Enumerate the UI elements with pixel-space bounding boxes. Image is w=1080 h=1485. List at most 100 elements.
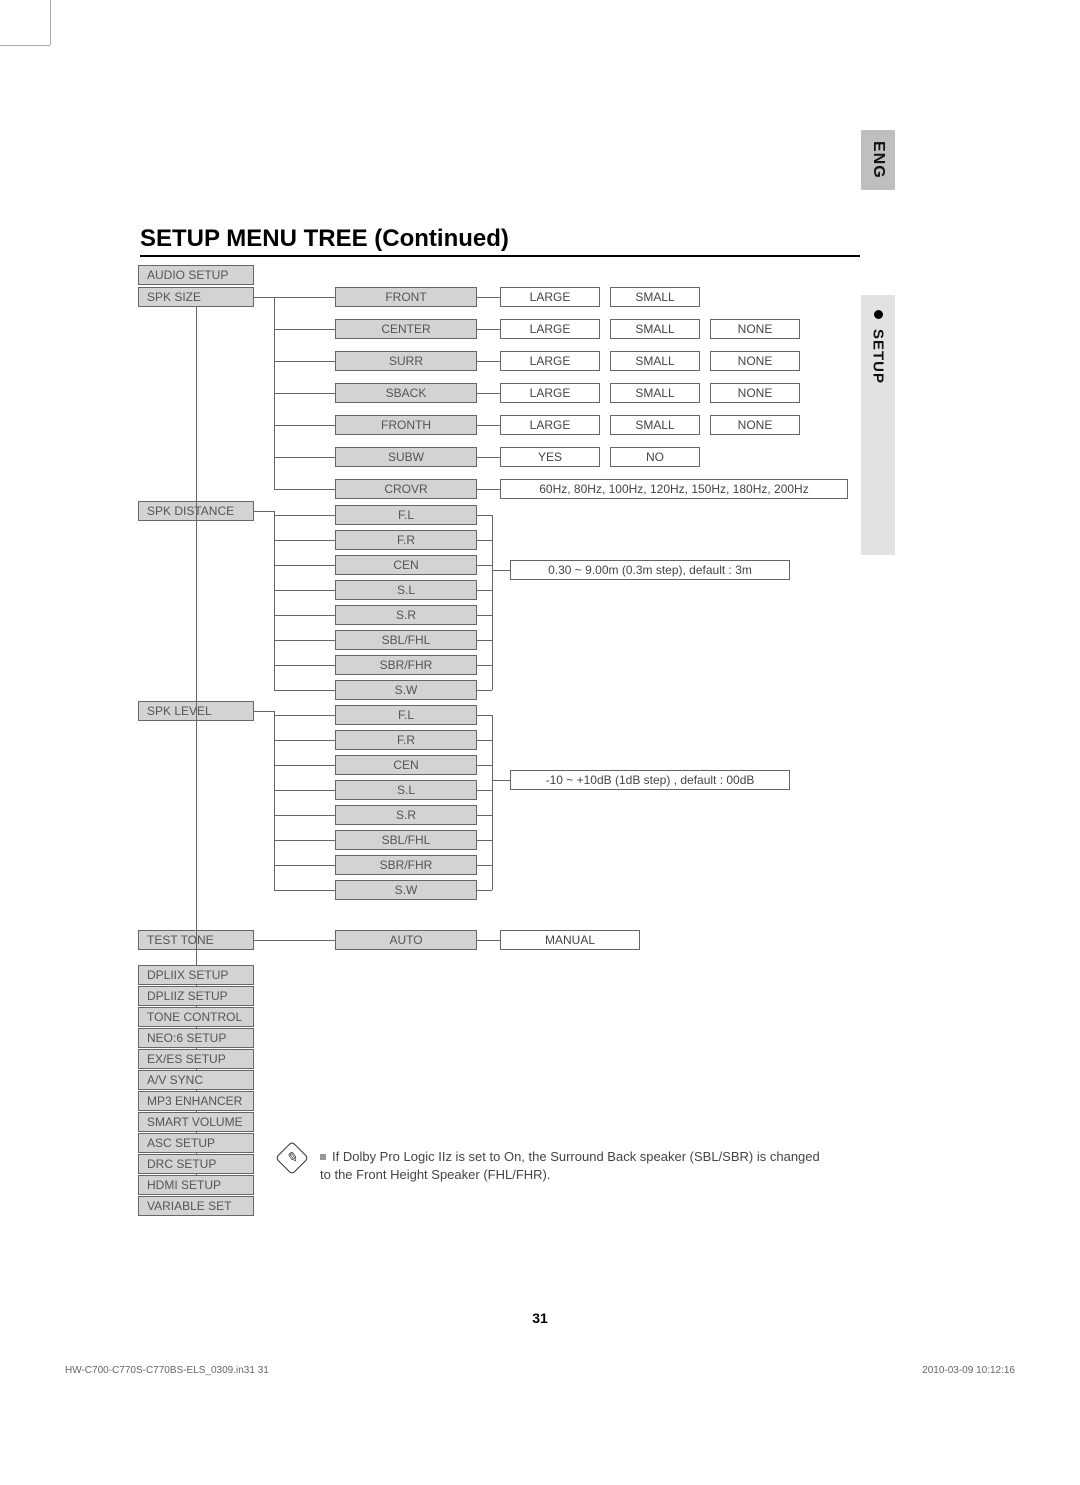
spksize-center-small: SMALL [610,319,700,339]
language-tab-label: ENG [869,141,887,179]
spksize-sback-large: LARGE [500,383,600,403]
connector [274,890,335,891]
connector [274,865,335,866]
spksize-fronth: FRONTH [335,415,477,435]
note-text: If Dolby Pro Logic IIz is set to On, the… [320,1148,830,1184]
connector [477,690,492,691]
spkdist-sbrfhr: SBR/FHR [335,655,477,675]
spklvl-sl: S.L [335,780,477,800]
connector [477,665,492,666]
spklvl-fr: F.R [335,730,477,750]
connector [274,329,335,330]
cat-other-0: DPLIIX SETUP [138,965,254,985]
connector [477,565,492,566]
connector [254,711,274,712]
connector [274,740,335,741]
spksize-surr-large: LARGE [500,351,600,371]
cat-other-7: SMART VOLUME [138,1112,254,1132]
spksize-surr-small: SMALL [610,351,700,371]
footer-right: 2010-03-09 10:12:16 [922,1365,1015,1376]
connector [274,765,335,766]
spksize-center-large: LARGE [500,319,600,339]
connector [477,640,492,641]
connector [274,715,335,716]
connector [477,815,492,816]
spksize-crovr: CROVR [335,479,477,499]
connector [274,840,335,841]
connector [274,515,335,516]
title-rule [140,255,860,257]
connector [477,393,500,394]
section-tab: SETUP [861,295,895,555]
connector [274,815,335,816]
spksize-front-large: LARGE [500,287,600,307]
testtone-manual: MANUAL [500,930,640,950]
connector [254,511,274,512]
spkdist-sr: S.R [335,605,477,625]
connector [477,940,500,941]
cat-other-11: VARIABLE SET [138,1196,254,1216]
spkdist-range: 0.30 ~ 9.00m (0.3m step), default : 3m [510,560,790,580]
section-tab-label: SETUP [870,329,887,384]
connector [274,489,335,490]
spksize-sback-small: SMALL [610,383,700,403]
spksize-front-small: SMALL [610,287,700,307]
spkdist-fr: F.R [335,530,477,550]
dot-icon [874,310,883,319]
spksize-fronth-small: SMALL [610,415,700,435]
cat-spk-size: SPK SIZE [138,287,254,307]
connector [254,940,335,941]
connector [477,865,492,866]
cat-other-2: TONE CONTROL [138,1007,254,1027]
spksize-crovr-range: 60Hz, 80Hz, 100Hz, 120Hz, 150Hz, 180Hz, … [500,479,848,499]
connector [274,565,335,566]
spksize-sback-none: NONE [710,383,800,403]
cat-other-9: DRC SETUP [138,1154,254,1174]
note-icon: ✎ [275,1141,309,1175]
connector [274,361,335,362]
note-body: If Dolby Pro Logic IIz is set to On, the… [320,1149,820,1182]
spklvl-fl: F.L [335,705,477,725]
connector [477,361,500,362]
spksize-fronth-none: NONE [710,415,800,435]
connector [254,297,274,298]
cat-other-6: MP3 ENHANCER [138,1091,254,1111]
cat-audio-setup: AUDIO SETUP [138,265,254,285]
spksize-surr-none: NONE [710,351,800,371]
spksize-subw-no: NO [610,447,700,467]
crop-mark-h [0,45,50,46]
cat-other-5: A/V SYNC [138,1070,254,1090]
spklvl-range: -10 ~ +10dB (1dB step) , default : 00dB [510,770,790,790]
connector [492,515,493,690]
spksize-subw-yes: YES [500,447,600,467]
connector [477,489,500,490]
connector [274,393,335,394]
cat-other-4: EX/ES SETUP [138,1049,254,1069]
connector [477,790,492,791]
spkdist-sw: S.W [335,680,477,700]
connector [477,840,492,841]
connector [274,425,335,426]
connector [274,665,335,666]
spksize-center: CENTER [335,319,477,339]
connector [274,615,335,616]
connector [274,540,335,541]
connector [477,425,500,426]
testtone-auto: AUTO [335,930,477,950]
connector [274,457,335,458]
spklvl-sblfhl: SBL/FHL [335,830,477,850]
spkdist-cen: CEN [335,555,477,575]
cat-other-8: ASC SETUP [138,1133,254,1153]
connector [477,740,492,741]
spkdist-sl: S.L [335,580,477,600]
connector [492,715,493,890]
footer-left: HW-C700-C770S-C770BS-ELS_0309.in31 31 [65,1365,269,1376]
connector [477,515,492,516]
connector [477,715,492,716]
spksize-center-none: NONE [710,319,800,339]
connector [477,590,492,591]
spksize-front: FRONT [335,287,477,307]
spklvl-sr: S.R [335,805,477,825]
connector [492,570,510,571]
cat-other-10: HDMI SETUP [138,1175,254,1195]
